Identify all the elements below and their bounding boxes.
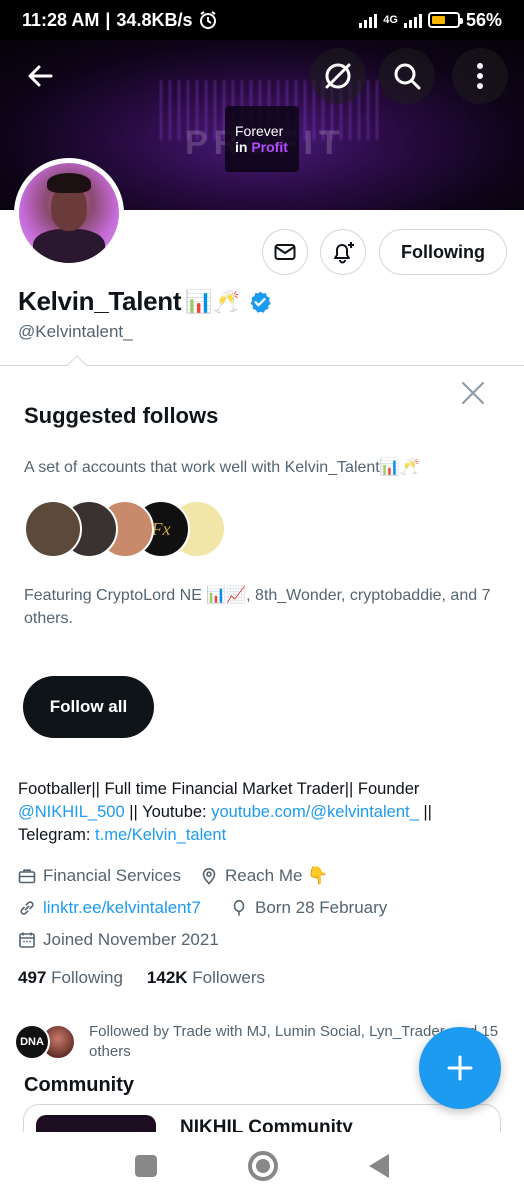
notifications-button[interactable] [320, 229, 366, 275]
status-time: 11:28 AM [22, 9, 100, 30]
battery-icon [427, 12, 463, 28]
status-right: 4G 56% [359, 10, 502, 31]
briefcase-icon [18, 869, 36, 884]
suggested-avatars[interactable]: Fx [24, 500, 234, 558]
back-nav-button[interactable] [368, 1154, 389, 1178]
status-left: 11:28 AM | 34.8KB/s [22, 10, 218, 31]
profile-handle: @Kelvintalent_ [18, 322, 133, 341]
suggested-avatar [24, 500, 82, 558]
banner-logo-line1: Forever [235, 123, 284, 139]
profile-stats: 497 Following 142K Followers [18, 968, 265, 988]
profile-avatar[interactable] [14, 158, 124, 268]
home-button[interactable] [247, 1151, 278, 1181]
suggested-pointer [67, 355, 87, 375]
meta-location-text: Reach Me 👇 [225, 866, 329, 885]
more-vertical-icon [477, 63, 483, 89]
followers-count: 142K [146, 968, 188, 987]
alarm-icon [200, 11, 217, 29]
banner-logo-profit: Profit [251, 139, 288, 155]
suggested-follows-title: Suggested follows [24, 403, 219, 428]
meta-website-link[interactable]: linktr.ee/kelvintalent7 [43, 898, 201, 918]
arrow-left-icon [28, 65, 53, 87]
following-stat[interactable]: 497 Following [18, 968, 123, 988]
meta-birthday-text: Born 28 February [255, 898, 388, 917]
battery-percent: 56% [465, 9, 502, 30]
recents-button[interactable] [135, 1155, 158, 1177]
suggested-follows-description: A set of accounts that work well with Ke… [24, 459, 420, 476]
search-icon [394, 63, 421, 90]
follow-all-button[interactable]: Follow all [23, 676, 154, 738]
bio-telegram-link[interactable]: t.me/Kelvin_talent [95, 826, 226, 844]
banner-logo-in: in [235, 139, 248, 155]
status-separator: | [105, 9, 111, 30]
dismiss-suggestions-button[interactable] [458, 378, 488, 408]
meta-joined-text: Joined November 2021 [43, 930, 219, 949]
plus-icon [447, 1055, 473, 1081]
back-button[interactable] [12, 48, 68, 104]
meta-category: Financial Services [18, 866, 181, 886]
meta-category-text: Financial Services [43, 866, 181, 885]
close-icon [462, 382, 484, 404]
bell-plus-icon [334, 242, 354, 264]
profile-name-row: Kelvin_Talent 📊🥂 [18, 286, 272, 317]
following-label: Following [51, 968, 123, 987]
message-button[interactable] [262, 229, 308, 275]
battery-fill [431, 16, 446, 24]
meta-birthday: Born 28 February [230, 898, 387, 918]
profile-name: Kelvin_Talent [18, 286, 182, 316]
signal-icon [359, 12, 378, 28]
profile-bio: Footballer|| Full time Financial Market … [18, 778, 508, 847]
followers-label: Followers [192, 968, 266, 987]
grok-button[interactable] [310, 48, 366, 104]
profile-name-emojis: 📊🥂 [185, 288, 241, 314]
compose-post-button[interactable] [419, 1027, 501, 1109]
system-nav-bar [0, 1132, 524, 1200]
mail-icon [274, 244, 296, 260]
status-bar: 11:28 AM | 34.8KB/s 4G 56% [0, 0, 524, 40]
location-pin-icon [202, 868, 216, 885]
suggested-featuring: Featuring CryptoLord NE 📊📈, 8th_Wonder, … [24, 587, 491, 627]
banner-logo: Forever in Profit [225, 106, 299, 172]
signal-icon-2 [403, 12, 422, 28]
followed-by-avatars: DNA [14, 1024, 86, 1060]
link-icon [20, 901, 34, 915]
balloon-icon [233, 899, 245, 916]
meta-joined: Joined November 2021 [18, 930, 219, 950]
meta-location: Reach Me 👇 [200, 866, 328, 886]
bio-text-2: || Youtube: [124, 803, 212, 821]
bio-mention-link[interactable]: @NIKHIL_500 [18, 803, 125, 821]
banner-logo-line2: in Profit [235, 139, 288, 155]
network-type: 4G [383, 14, 398, 26]
followed-by-avatar-1-text: DNA [20, 1036, 44, 1048]
following-button[interactable]: Following [379, 229, 507, 275]
status-speed: 34.8KB/s [116, 9, 193, 30]
more-options-button[interactable] [452, 48, 508, 104]
avatar-image [19, 163, 119, 263]
verified-badge-icon[interactable] [248, 290, 272, 314]
meta-website[interactable]: linktr.ee/kelvintalent7 [18, 898, 201, 918]
bio-youtube-link[interactable]: youtube.com/@kelvintalent_ [211, 803, 419, 821]
community-section-title: Community [24, 1074, 134, 1096]
search-button[interactable] [379, 48, 435, 104]
followers-stat[interactable]: 142K Followers [147, 968, 265, 988]
grok-icon [325, 63, 351, 89]
followed-by-avatar-1: DNA [14, 1024, 50, 1060]
calendar-icon [19, 932, 35, 948]
bio-text-1: Footballer|| Full time Financial Market … [18, 780, 420, 798]
following-count: 497 [18, 968, 47, 987]
